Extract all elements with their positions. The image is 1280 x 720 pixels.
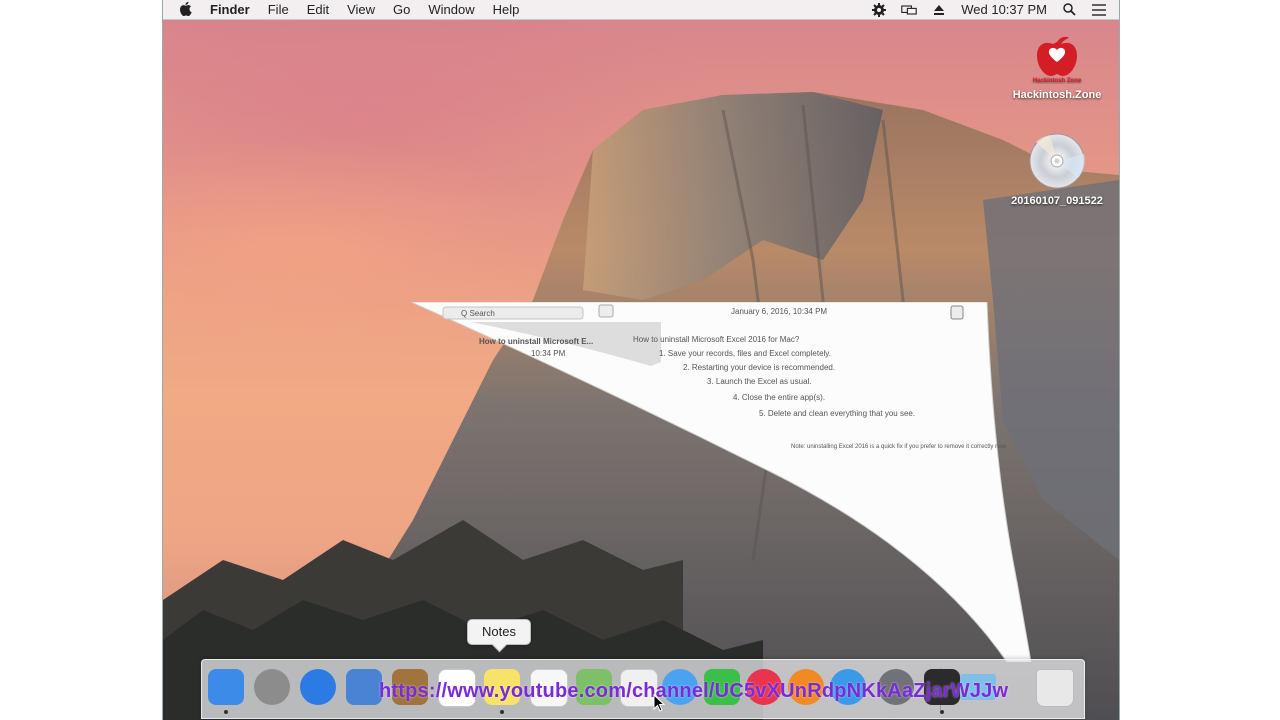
list-icon[interactable] — [1091, 3, 1107, 17]
search-icon[interactable] — [1061, 3, 1077, 17]
eject-icon[interactable] — [931, 3, 947, 17]
menu-bar: Finder File Edit View Go Window Help Wed… — [163, 0, 1119, 20]
desktop-item-label: 20160107_091522 — [1011, 195, 1103, 207]
notes-list-item-time: 10:34 PM — [531, 349, 566, 358]
trash-icon[interactable] — [1036, 669, 1074, 707]
watermark-url: https://www.youtube.com/channel/UC5vXUnR… — [379, 680, 1009, 702]
hackintosh-zone-logo-icon: Hackintosh Zone — [1033, 36, 1082, 84]
menu-edit[interactable]: Edit — [298, 2, 338, 17]
notes-date: January 6, 2016, 10:34 PM — [731, 307, 827, 316]
notes-search-field: Q Search — [461, 309, 495, 318]
mouse-cursor-icon — [653, 694, 665, 712]
menu-file[interactable]: File — [259, 2, 298, 17]
menubar-clock[interactable]: Wed 10:37 PM — [961, 2, 1047, 17]
dock-running-indicator — [940, 710, 944, 714]
note-line-6: 5. Delete and clean everything that you … — [759, 409, 915, 418]
desktop-item-label: Hackintosh.Zone — [1012, 89, 1102, 101]
dvd-disc-icon — [1029, 133, 1085, 189]
notes-list-item-title: How to uninstall Microsoft E... — [479, 337, 593, 346]
desktop-item-dvd[interactable]: 20160107_091522 — [1011, 132, 1103, 208]
desktop-screen: Finder File Edit View Go Window Help Wed… — [162, 0, 1120, 720]
menu-go[interactable]: Go — [384, 2, 419, 17]
dock-tooltip: Notes — [467, 619, 531, 645]
share-icon — [950, 305, 964, 320]
note-line-5: 4. Close the entire app(s). — [733, 393, 825, 402]
app-menu-finder[interactable]: Finder — [201, 2, 259, 17]
dock-running-indicator — [224, 710, 228, 714]
finder-icon[interactable] — [208, 669, 244, 705]
launchpad-icon[interactable] — [254, 669, 290, 705]
note-line-2: 1. Save your records, files and Excel co… — [659, 349, 831, 358]
gear-icon[interactable] — [871, 2, 887, 17]
note-line-4: 3. Launch the Excel as usual. — [707, 377, 812, 386]
menu-window[interactable]: Window — [419, 2, 483, 17]
note-line-1: How to uninstall Microsoft Excel 2016 fo… — [633, 335, 800, 344]
display-icon[interactable] — [901, 3, 917, 17]
mail-icon[interactable] — [346, 669, 382, 705]
notes-window-peel: Q Search January 6, 2016, 10:34 PM How t… — [411, 302, 1032, 662]
desktop-item-hackintosh-zone[interactable]: Hackintosh Zone Hackintosh.Zone — [1011, 28, 1103, 102]
menu-help[interactable]: Help — [484, 2, 529, 17]
menu-view[interactable]: View — [338, 2, 384, 17]
compose-icon — [598, 304, 614, 318]
note-line-3: 2. Restarting your device is recommended… — [683, 363, 835, 372]
hackintosh-zone-logo-text: Hackintosh Zone — [1033, 78, 1082, 84]
dock-running-indicator — [500, 710, 504, 714]
note-line-7: Note: uninstalling Excel 2016 is a quick… — [791, 444, 1007, 450]
apple-menu-icon[interactable] — [171, 1, 201, 19]
safari-icon[interactable] — [300, 669, 336, 705]
